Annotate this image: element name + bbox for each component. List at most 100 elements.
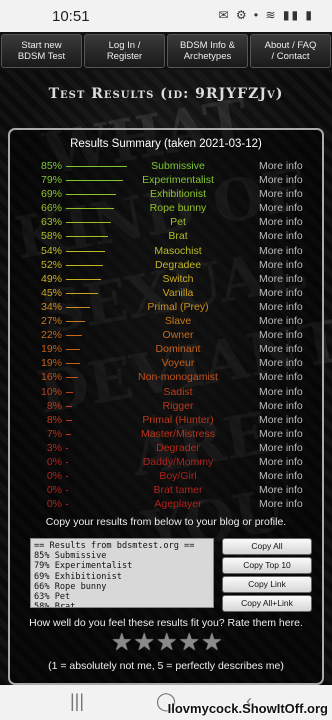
result-label[interactable]: Exhibitionist (122, 188, 234, 200)
more-info-link[interactable]: More info (259, 442, 303, 454)
more-info-link[interactable]: More info (259, 428, 303, 440)
result-label[interactable]: Pet (122, 216, 234, 228)
result-percent: 0% (46, 455, 62, 468)
more-info-link[interactable]: More info (259, 160, 303, 172)
more-info-link[interactable]: More info (259, 301, 303, 313)
copy-all-link-button[interactable]: Copy All+Link (222, 595, 312, 612)
result-label[interactable]: Submissive (122, 160, 234, 172)
nav-login-register[interactable]: Log In / Register (84, 34, 165, 68)
more-info-link[interactable]: More info (259, 315, 303, 327)
result-row: 8% Primal (Hunter) More info (10, 414, 322, 428)
result-label[interactable]: Non-monogamist (122, 371, 234, 383)
result-label[interactable]: Degrader (122, 442, 234, 454)
star-3-icon[interactable]: ★ (156, 631, 178, 655)
results-list: 85% Submissive More info 79% Experimentalist… (10, 160, 322, 512)
copy-top10-button[interactable]: Copy Top 10 (222, 557, 312, 574)
more-info-link[interactable]: More info (259, 287, 303, 299)
result-label[interactable]: Boy/Girl (122, 470, 234, 482)
nav-start-new-test[interactable]: Start new BDSM Test (1, 34, 82, 68)
result-percent: 19% (40, 357, 62, 370)
more-info-link[interactable]: More info (259, 470, 303, 482)
result-label[interactable]: Sadist (122, 386, 234, 398)
result-percent: 52% (40, 258, 62, 271)
more-info-link[interactable]: More info (259, 371, 303, 383)
star-1-icon[interactable]: ★ (111, 631, 133, 655)
more-info-link[interactable]: More info (259, 456, 303, 468)
more-info-link[interactable]: More info (259, 188, 303, 200)
result-percent: 10% (40, 385, 62, 398)
result-row: 52% Degradee More info (10, 259, 322, 273)
result-label[interactable]: Rope bunny (122, 202, 234, 214)
result-percent: 8% (46, 413, 62, 426)
copy-link-button[interactable]: Copy Link (222, 576, 312, 593)
result-label[interactable]: Ageplayer (122, 498, 234, 510)
more-info-link[interactable]: More info (259, 174, 303, 186)
result-label[interactable]: Daddy/Mommy (122, 456, 234, 468)
result-label[interactable]: Dominant (122, 343, 234, 355)
more-info-link[interactable]: More info (259, 259, 303, 271)
star-2-icon[interactable]: ★ (134, 631, 156, 655)
result-label[interactable]: Voyeur (122, 357, 234, 369)
more-info-link[interactable]: More info (259, 357, 303, 369)
star-5-icon[interactable]: ★ (201, 631, 223, 655)
result-label[interactable]: Slave (122, 315, 234, 327)
nav-about-faq[interactable]: About / FAQ / Contact (250, 34, 331, 68)
result-percent: 34% (40, 300, 62, 313)
result-label[interactable]: Master/Mistress (122, 428, 234, 440)
result-bar (66, 377, 78, 379)
more-info-link[interactable]: More info (259, 216, 303, 228)
result-label[interactable]: Primal (Hunter) (122, 414, 234, 426)
star-4-icon[interactable]: ★ (179, 631, 201, 655)
more-info-link[interactable]: More info (259, 414, 303, 426)
result-label[interactable]: Owner (122, 329, 234, 341)
result-row: 34% Primal (Prey) More info (10, 301, 322, 315)
result-bar (66, 349, 80, 351)
page-title: Test Results (id: 9RJYFZJv) (48, 86, 284, 102)
more-info-link[interactable]: More info (259, 498, 303, 510)
result-row: 66% Rope bunny More info (10, 202, 322, 216)
result-label[interactable]: Primal (Prey) (122, 301, 234, 313)
result-row: 3% Degrader More info (10, 442, 322, 456)
more-info-link[interactable]: More info (259, 273, 303, 285)
result-row: 85% Submissive More info (10, 160, 322, 174)
result-bar (66, 278, 102, 280)
results-textarea[interactable]: == Results from bdsmtest.org == 85% Subm… (30, 538, 214, 608)
more-info-link[interactable]: More info (259, 230, 303, 242)
result-bar (66, 363, 80, 365)
more-info-link[interactable]: More info (259, 484, 303, 496)
result-label[interactable]: Experimentalist (122, 174, 234, 186)
more-info-link[interactable]: More info (259, 343, 303, 355)
more-info-link[interactable]: More info (259, 245, 303, 257)
status-bar: 10:51 ✉ ⚙ • ≋ ▮▮ ▮ (0, 0, 332, 32)
nav-label: Start new BDSM Test (17, 40, 66, 62)
status-icons: ✉ ⚙ • ≋ ▮▮ ▮ (218, 8, 314, 22)
more-info-link[interactable]: More info (259, 400, 303, 412)
rate-question: How well do you feel these results fit y… (29, 617, 303, 629)
result-bar (66, 461, 68, 463)
nav-label: Log In / Register (106, 40, 143, 62)
result-label[interactable]: Brat tamer (122, 484, 234, 496)
result-label[interactable]: Brat (122, 230, 234, 242)
result-row: 79% Experimentalist More info (10, 174, 322, 188)
result-row: 0% Brat tamer More info (10, 484, 322, 498)
result-label[interactable]: Degradee (122, 259, 234, 271)
result-percent: 0% (46, 470, 62, 483)
result-label[interactable]: Rigger (122, 400, 234, 412)
result-label[interactable]: Vanilla (122, 287, 234, 299)
more-info-link[interactable]: More info (259, 202, 303, 214)
nav-bdsm-info[interactable]: BDSM Info & Archetypes (167, 34, 248, 68)
result-percent: 85% (40, 160, 62, 172)
recents-icon[interactable]: ||| (70, 691, 84, 712)
result-bar (66, 321, 86, 323)
result-row: 7% Master/Mistress More info (10, 428, 322, 442)
more-info-link[interactable]: More info (259, 386, 303, 398)
copy-prompt: Copy your results from below to your blo… (45, 516, 287, 528)
result-bar (66, 476, 68, 478)
nav-label: About / FAQ / Contact (264, 40, 317, 62)
copy-all-button[interactable]: Copy All (222, 538, 312, 555)
status-time: 10:51 (52, 8, 90, 25)
result-label[interactable]: Masochist (122, 245, 234, 257)
result-label[interactable]: Switch (122, 273, 234, 285)
more-info-link[interactable]: More info (259, 329, 303, 341)
result-row: 8% Rigger More info (10, 400, 322, 414)
